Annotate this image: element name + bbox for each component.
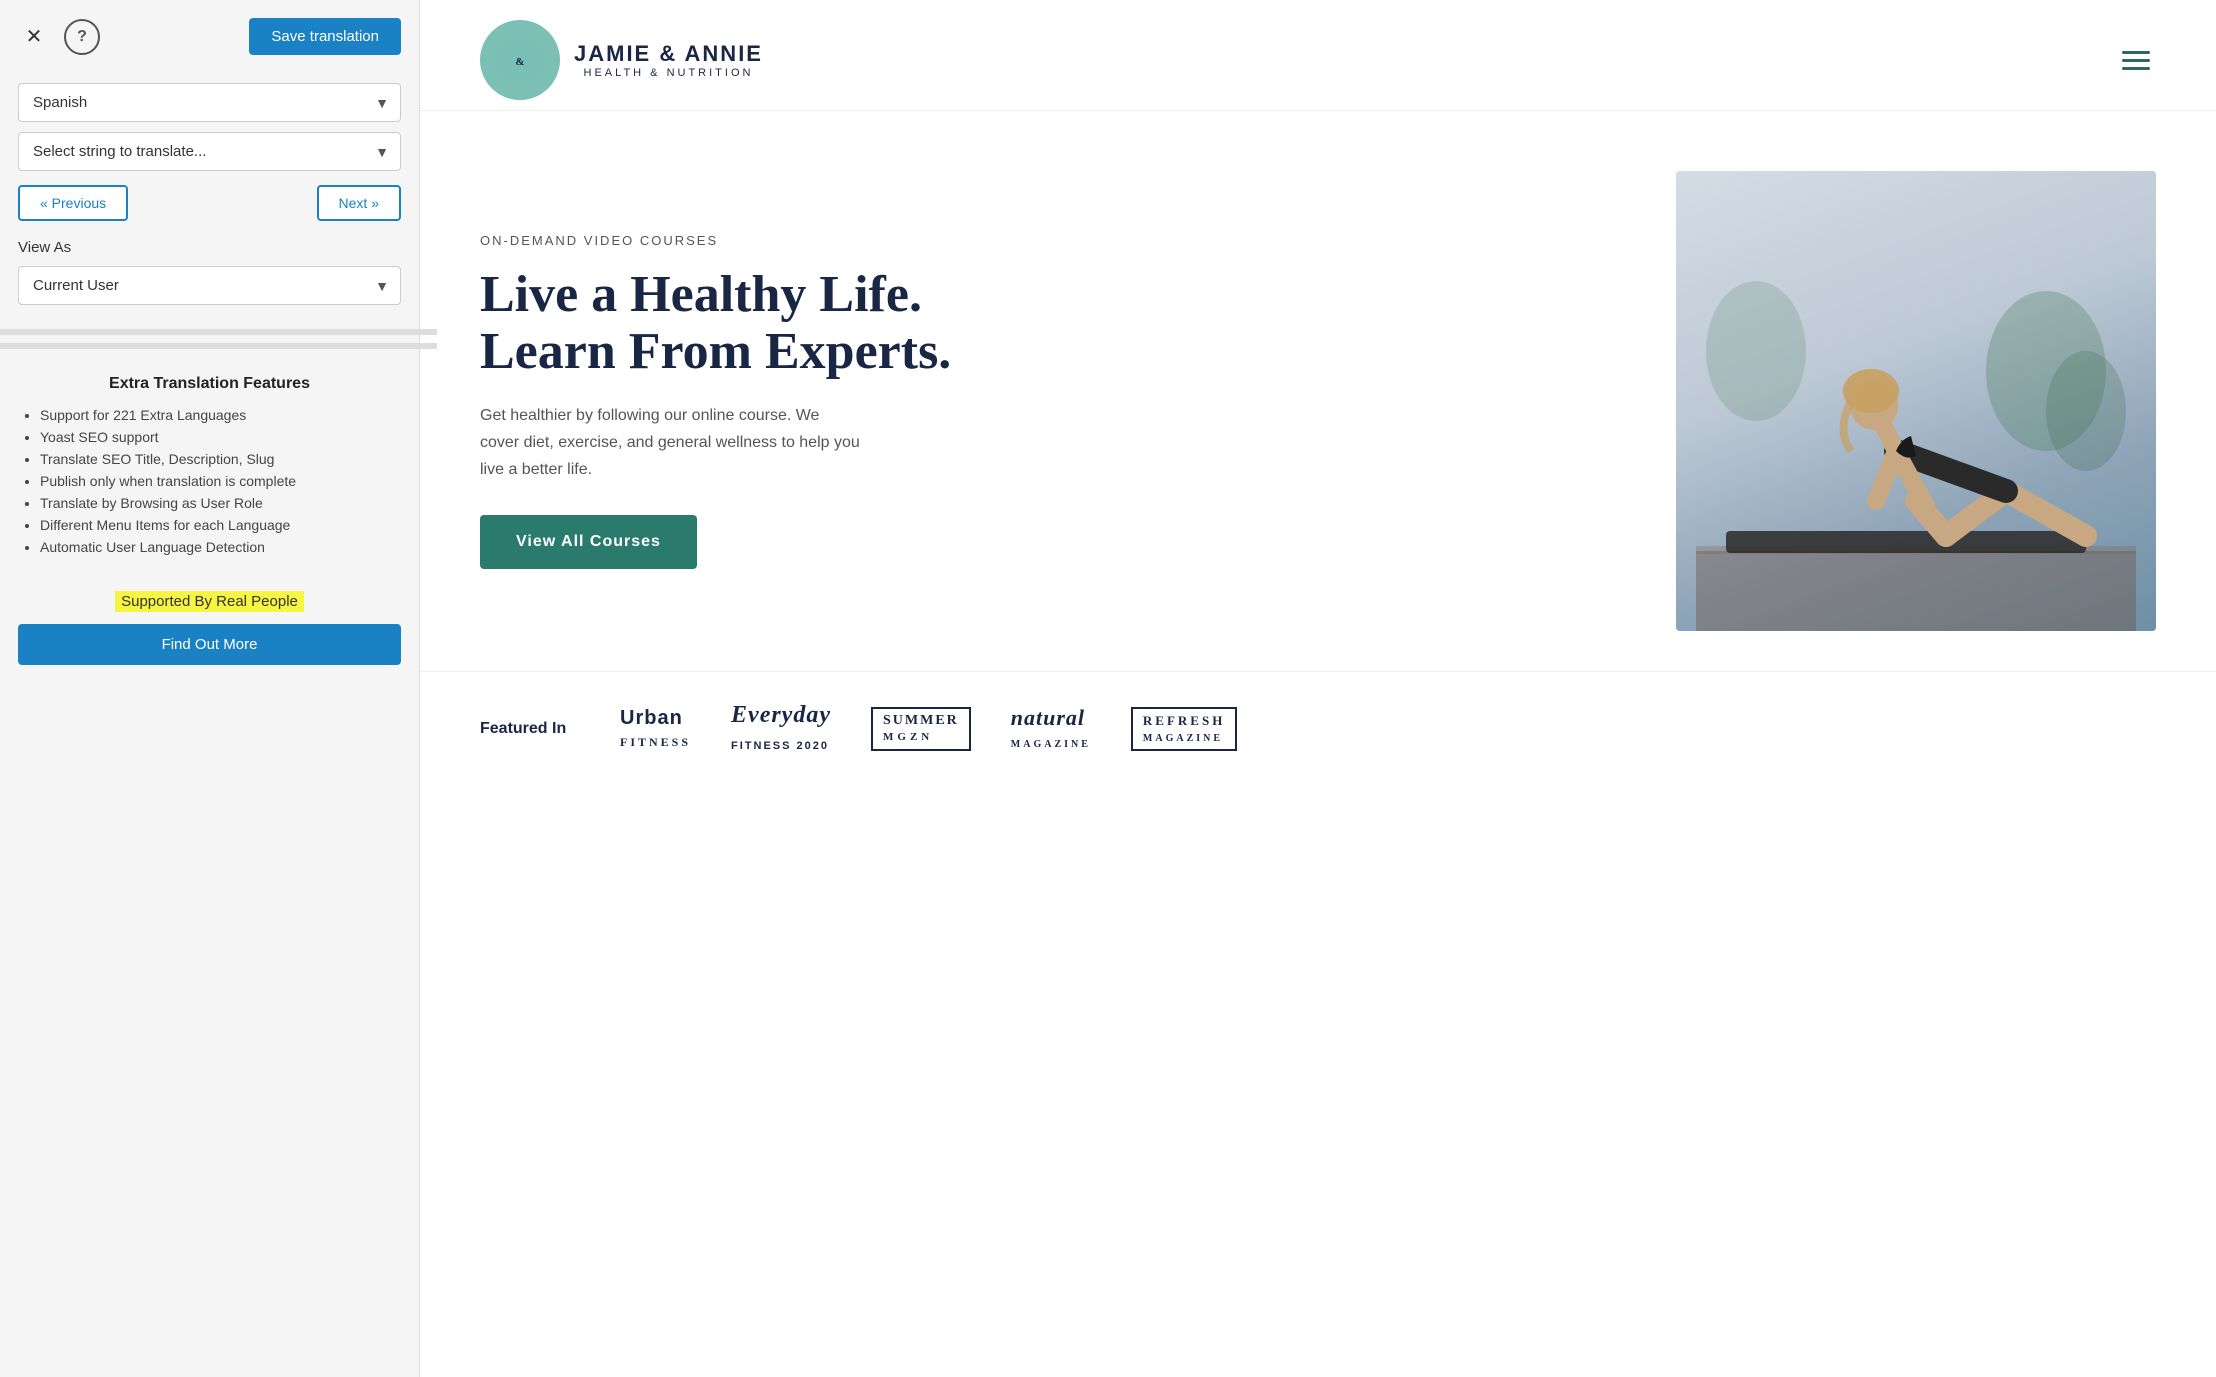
thick-divider bbox=[0, 329, 437, 335]
thick-divider-2 bbox=[0, 343, 437, 349]
hero-left: ON-DEMAND VIDEO COURSES Live a Healthy L… bbox=[480, 233, 980, 570]
view-as-dropdown-wrapper: Current User ▼ bbox=[18, 266, 401, 305]
hamburger-line-1 bbox=[2122, 51, 2150, 54]
yoga-pose-illustration bbox=[1696, 191, 2136, 631]
logo-area: & JAMIE & ANNIE HEALTH & NUTRITION bbox=[480, 20, 763, 100]
feature-item: Automatic User Language Detection bbox=[40, 539, 401, 555]
main-content: & JAMIE & ANNIE HEALTH & NUTRITION ON-DE… bbox=[420, 0, 2216, 1377]
svg-text:&: & bbox=[515, 56, 524, 68]
feature-item: Translate SEO Title, Description, Slug bbox=[40, 451, 401, 467]
nav-buttons: « Previous Next » bbox=[18, 185, 401, 221]
featured-section: Featured In Urban FITNESS Everyday FITNE… bbox=[420, 671, 2216, 785]
extra-features-box: Extra Translation Features Support for 2… bbox=[0, 355, 419, 685]
logo-text-block: JAMIE & ANNIE HEALTH & NUTRITION bbox=[574, 41, 763, 79]
save-translation-button[interactable]: Save translation bbox=[249, 18, 401, 55]
logo-circle: & bbox=[480, 20, 560, 100]
features-list: Support for 221 Extra Languages Yoast SE… bbox=[18, 407, 401, 555]
hero-description: Get healthier by following our online co… bbox=[480, 402, 860, 484]
brand-logo-summer: SUMMERMGZN bbox=[871, 707, 971, 751]
logo-title: JAMIE & ANNIE bbox=[574, 41, 763, 67]
brand-logo-natural: natural MAGAZINE bbox=[1011, 705, 1091, 752]
help-button[interactable]: ? bbox=[64, 19, 100, 55]
brand-logo-everyday: Everyday FITNESS 2020 bbox=[731, 702, 831, 755]
previous-button[interactable]: « Previous bbox=[18, 185, 128, 221]
brand-logo-refresh: REFRESHMAGAZINE bbox=[1131, 707, 1237, 751]
feature-item: Translate by Browsing as User Role bbox=[40, 495, 401, 511]
language-dropdown-wrapper: Spanish ▼ bbox=[18, 83, 401, 122]
featured-in-label: Featured In bbox=[480, 720, 580, 738]
close-button[interactable]: ✕ bbox=[18, 21, 50, 53]
panel-body: Spanish ▼ Select string to translate... … bbox=[0, 73, 419, 323]
next-button[interactable]: Next » bbox=[317, 185, 401, 221]
view-courses-button[interactable]: View All Courses bbox=[480, 515, 697, 569]
hero-section: ON-DEMAND VIDEO COURSES Live a Healthy L… bbox=[420, 111, 2216, 671]
panel-top-bar: ✕ ? Save translation bbox=[0, 0, 419, 73]
supported-text: Supported By Real People bbox=[115, 591, 304, 612]
hamburger-menu-button[interactable] bbox=[2116, 45, 2156, 76]
extra-features-title: Extra Translation Features bbox=[18, 375, 401, 393]
hero-right bbox=[1020, 171, 2156, 631]
hero-image bbox=[1676, 171, 2156, 631]
find-out-button[interactable]: Find Out More bbox=[18, 624, 401, 665]
brand-logo-urban: Urban FITNESS bbox=[620, 707, 691, 751]
supported-wrapper: Supported By Real People bbox=[18, 573, 401, 612]
logo-emblem: & bbox=[495, 35, 545, 85]
view-as-dropdown[interactable]: Current User bbox=[18, 266, 401, 305]
string-dropdown-wrapper: Select string to translate... ▼ bbox=[18, 132, 401, 171]
hero-title: Live a Healthy Life. Learn From Experts. bbox=[480, 266, 980, 380]
feature-item: Support for 221 Extra Languages bbox=[40, 407, 401, 423]
feature-item: Different Menu Items for each Language bbox=[40, 517, 401, 533]
hamburger-line-2 bbox=[2122, 59, 2150, 62]
featured-logos: Urban FITNESS Everyday FITNESS 2020 SUMM… bbox=[620, 702, 1237, 755]
site-header: & JAMIE & ANNIE HEALTH & NUTRITION bbox=[420, 0, 2216, 111]
hamburger-line-3 bbox=[2122, 67, 2150, 70]
language-dropdown[interactable]: Spanish bbox=[18, 83, 401, 122]
translation-panel: ✕ ? Save translation Spanish ▼ Select st… bbox=[0, 0, 420, 1377]
feature-item: Publish only when translation is complet… bbox=[40, 473, 401, 489]
hero-tag: ON-DEMAND VIDEO COURSES bbox=[480, 233, 980, 248]
logo-subtitle: HEALTH & NUTRITION bbox=[574, 67, 763, 79]
feature-item: Yoast SEO support bbox=[40, 429, 401, 445]
string-dropdown[interactable]: Select string to translate... bbox=[18, 132, 401, 171]
view-as-label: View As bbox=[18, 239, 401, 256]
